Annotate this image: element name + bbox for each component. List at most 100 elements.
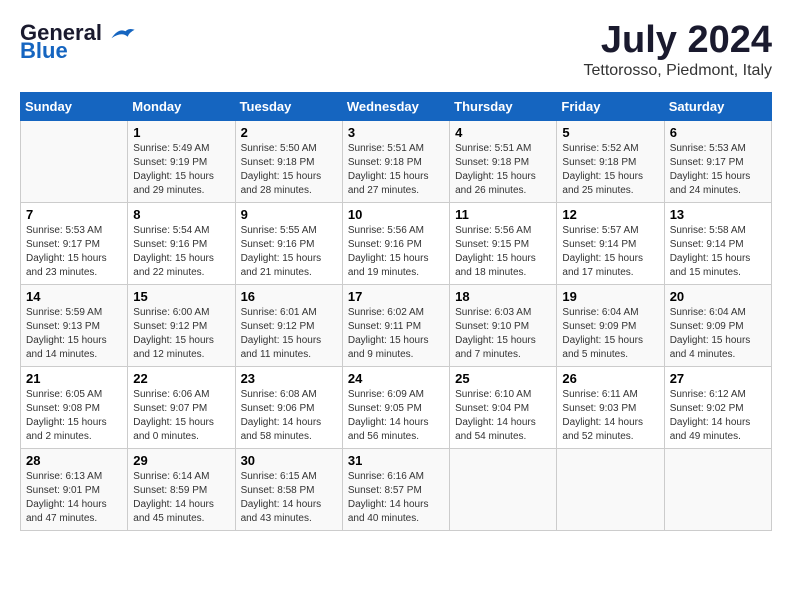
calendar-week-row: 28 Sunrise: 6:13 AM Sunset: 9:01 PM Dayli…: [21, 448, 772, 530]
day-number: 16: [241, 289, 337, 304]
title-area: July 2024 Tettorosso, Piedmont, Italy: [583, 20, 772, 80]
day-number: 11: [455, 207, 551, 222]
day-info: Sunrise: 5:54 AM Sunset: 9:16 PM Dayligh…: [133, 224, 229, 280]
calendar-cell: 14 Sunrise: 5:59 AM Sunset: 9:13 PM Dayli…: [21, 284, 128, 366]
day-info: Sunrise: 5:51 AM Sunset: 9:18 PM Dayligh…: [348, 142, 444, 198]
day-number: 29: [133, 453, 229, 468]
day-number: 25: [455, 371, 551, 386]
calendar-table: SundayMondayTuesdayWednesdayThursdayFrid…: [20, 92, 772, 531]
calendar-cell: [450, 448, 557, 530]
day-info: Sunrise: 6:11 AM Sunset: 9:03 PM Dayligh…: [562, 388, 658, 444]
calendar-cell: 11 Sunrise: 5:56 AM Sunset: 9:15 PM Dayli…: [450, 202, 557, 284]
calendar-cell: [557, 448, 664, 530]
calendar-cell: 1Sunrise: 5:49 AM Sunset: 9:19 PM Daylig…: [128, 120, 235, 202]
day-info: Sunrise: 6:01 AM Sunset: 9:12 PM Dayligh…: [241, 306, 337, 362]
calendar-cell: 27 Sunrise: 6:12 AM Sunset: 9:02 PM Dayli…: [664, 366, 771, 448]
day-number: 26: [562, 371, 658, 386]
day-info: Sunrise: 6:14 AM Sunset: 8:59 PM Dayligh…: [133, 470, 229, 526]
calendar-cell: 9Sunrise: 5:55 AM Sunset: 9:16 PM Daylig…: [235, 202, 342, 284]
day-info: Sunrise: 5:56 AM Sunset: 9:16 PM Dayligh…: [348, 224, 444, 280]
day-info: Sunrise: 5:56 AM Sunset: 9:15 PM Dayligh…: [455, 224, 551, 280]
calendar-cell: 5 Sunrise: 5:52 AM Sunset: 9:18 PM Daylig…: [557, 120, 664, 202]
calendar-week-row: 7 Sunrise: 5:53 AM Sunset: 9:17 PM Daylig…: [21, 202, 772, 284]
day-number: 17: [348, 289, 444, 304]
day-info: Sunrise: 5:57 AM Sunset: 9:14 PM Dayligh…: [562, 224, 658, 280]
day-info: Sunrise: 5:52 AM Sunset: 9:18 PM Dayligh…: [562, 142, 658, 198]
header-saturday: Saturday: [664, 92, 771, 120]
day-info: Sunrise: 5:50 AM Sunset: 9:18 PM Dayligh…: [241, 142, 337, 198]
calendar-cell: 7 Sunrise: 5:53 AM Sunset: 9:17 PM Daylig…: [21, 202, 128, 284]
logo-blue-text: Blue: [20, 38, 68, 64]
calendar-cell: 4Sunrise: 5:51 AM Sunset: 9:18 PM Daylig…: [450, 120, 557, 202]
day-info: Sunrise: 5:53 AM Sunset: 9:17 PM Dayligh…: [26, 224, 122, 280]
calendar-cell: 22 Sunrise: 6:06 AM Sunset: 9:07 PM Dayli…: [128, 366, 235, 448]
calendar-cell: 24Sunrise: 6:09 AM Sunset: 9:05 PM Dayli…: [342, 366, 449, 448]
day-info: Sunrise: 6:00 AM Sunset: 9:12 PM Dayligh…: [133, 306, 229, 362]
day-number: 3: [348, 125, 444, 140]
calendar-cell: 17 Sunrise: 6:02 AM Sunset: 9:11 PM Dayli…: [342, 284, 449, 366]
day-info: Sunrise: 6:06 AM Sunset: 9:07 PM Dayligh…: [133, 388, 229, 444]
day-number: 7: [26, 207, 122, 222]
calendar-cell: 3 Sunrise: 5:51 AM Sunset: 9:18 PM Daylig…: [342, 120, 449, 202]
calendar-header-row: SundayMondayTuesdayWednesdayThursdayFrid…: [21, 92, 772, 120]
calendar-cell: 29 Sunrise: 6:14 AM Sunset: 8:59 PM Dayli…: [128, 448, 235, 530]
day-number: 20: [670, 289, 766, 304]
day-info: Sunrise: 6:13 AM Sunset: 9:01 PM Dayligh…: [26, 470, 122, 526]
day-number: 2: [241, 125, 337, 140]
calendar-cell: 8Sunrise: 5:54 AM Sunset: 9:16 PM Daylig…: [128, 202, 235, 284]
location-text: Tettorosso, Piedmont, Italy: [583, 62, 772, 80]
day-info: Sunrise: 6:03 AM Sunset: 9:10 PM Dayligh…: [455, 306, 551, 362]
calendar-cell: 16 Sunrise: 6:01 AM Sunset: 9:12 PM Dayli…: [235, 284, 342, 366]
calendar-week-row: 21Sunrise: 6:05 AM Sunset: 9:08 PM Dayli…: [21, 366, 772, 448]
day-info: Sunrise: 6:08 AM Sunset: 9:06 PM Dayligh…: [241, 388, 337, 444]
day-number: 14: [26, 289, 122, 304]
day-info: Sunrise: 6:04 AM Sunset: 9:09 PM Dayligh…: [670, 306, 766, 362]
day-number: 23: [241, 371, 337, 386]
day-number: 27: [670, 371, 766, 386]
day-info: Sunrise: 5:53 AM Sunset: 9:17 PM Dayligh…: [670, 142, 766, 198]
day-info: Sunrise: 5:59 AM Sunset: 9:13 PM Dayligh…: [26, 306, 122, 362]
day-number: 15: [133, 289, 229, 304]
day-number: 30: [241, 453, 337, 468]
header-sunday: Sunday: [21, 92, 128, 120]
calendar-cell: 10Sunrise: 5:56 AM Sunset: 9:16 PM Dayli…: [342, 202, 449, 284]
header-friday: Friday: [557, 92, 664, 120]
day-info: Sunrise: 6:02 AM Sunset: 9:11 PM Dayligh…: [348, 306, 444, 362]
day-number: 12: [562, 207, 658, 222]
logo: General Blue: [20, 20, 136, 64]
day-number: 4: [455, 125, 551, 140]
calendar-cell: 23 Sunrise: 6:08 AM Sunset: 9:06 PM Dayli…: [235, 366, 342, 448]
day-info: Sunrise: 6:10 AM Sunset: 9:04 PM Dayligh…: [455, 388, 551, 444]
calendar-cell: 12 Sunrise: 5:57 AM Sunset: 9:14 PM Dayli…: [557, 202, 664, 284]
day-info: Sunrise: 6:12 AM Sunset: 9:02 PM Dayligh…: [670, 388, 766, 444]
day-number: 18: [455, 289, 551, 304]
day-number: 19: [562, 289, 658, 304]
header-monday: Monday: [128, 92, 235, 120]
day-info: Sunrise: 5:58 AM Sunset: 9:14 PM Dayligh…: [670, 224, 766, 280]
calendar-cell: 28 Sunrise: 6:13 AM Sunset: 9:01 PM Dayli…: [21, 448, 128, 530]
day-number: 9: [241, 207, 337, 222]
day-number: 13: [670, 207, 766, 222]
day-number: 31: [348, 453, 444, 468]
day-number: 24: [348, 371, 444, 386]
day-number: 28: [26, 453, 122, 468]
day-number: 22: [133, 371, 229, 386]
calendar-cell: 20 Sunrise: 6:04 AM Sunset: 9:09 PM Dayli…: [664, 284, 771, 366]
header-wednesday: Wednesday: [342, 92, 449, 120]
day-info: Sunrise: 6:04 AM Sunset: 9:09 PM Dayligh…: [562, 306, 658, 362]
calendar-week-row: 14 Sunrise: 5:59 AM Sunset: 9:13 PM Dayli…: [21, 284, 772, 366]
calendar-cell: 6Sunrise: 5:53 AM Sunset: 9:17 PM Daylig…: [664, 120, 771, 202]
day-number: 5: [562, 125, 658, 140]
calendar-cell: [21, 120, 128, 202]
day-number: 1: [133, 125, 229, 140]
calendar-cell: 30 Sunrise: 6:15 AM Sunset: 8:58 PM Dayli…: [235, 448, 342, 530]
day-number: 21: [26, 371, 122, 386]
calendar-cell: 26 Sunrise: 6:11 AM Sunset: 9:03 PM Dayli…: [557, 366, 664, 448]
calendar-cell: [664, 448, 771, 530]
day-info: Sunrise: 6:16 AM Sunset: 8:57 PM Dayligh…: [348, 470, 444, 526]
day-info: Sunrise: 6:15 AM Sunset: 8:58 PM Dayligh…: [241, 470, 337, 526]
calendar-cell: 15 Sunrise: 6:00 AM Sunset: 9:12 PM Dayli…: [128, 284, 235, 366]
header-tuesday: Tuesday: [235, 92, 342, 120]
logo-bird-icon: [108, 24, 136, 44]
calendar-cell: 21Sunrise: 6:05 AM Sunset: 9:08 PM Dayli…: [21, 366, 128, 448]
